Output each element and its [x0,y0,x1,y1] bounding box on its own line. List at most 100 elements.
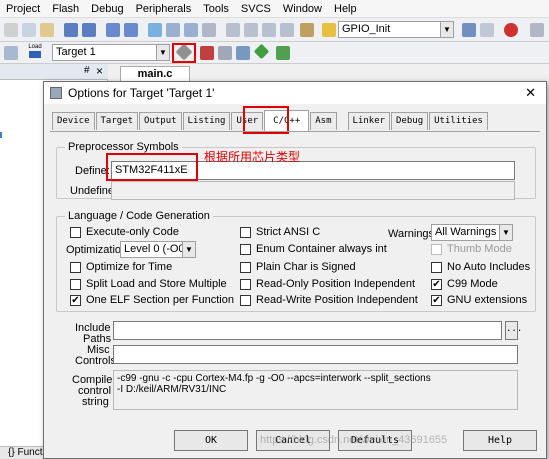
menu-bar: Project Flash Debug Peripherals Tools SV… [0,0,549,18]
tab-utilities[interactable]: Utilities [429,112,488,130]
c99-mode-checkbox[interactable]: ✔ C99 Mode [431,278,498,290]
tab-divider [50,131,540,132]
tab-debug[interactable]: Debug [391,112,429,130]
include-paths-input[interactable] [113,321,502,340]
menu-tools[interactable]: Tools [197,3,235,15]
gnu-extensions-label: GNU extensions [447,294,528,306]
menu-peripherals[interactable]: Peripherals [130,3,198,15]
project-pane-header: # × [0,64,108,80]
select-packs-icon[interactable] [218,46,232,60]
file-tab-main-c[interactable]: main.c [120,66,190,82]
plain-char-checkbox[interactable]: Plain Char is Signed [240,261,356,273]
one-elf-checkbox[interactable]: ✔ One ELF Section per Function [70,294,234,306]
chip-type-annotation: 根据所用芯片类型 [204,150,301,164]
browse-include-button[interactable]: ... [505,321,522,340]
undefine-input[interactable] [111,181,515,200]
comment-icon[interactable] [262,23,276,37]
paste-icon[interactable] [40,23,54,37]
compiler-line-2: -I D:/keil/ARM/RV31/INC [117,384,227,395]
manage-project-icon[interactable] [276,46,290,60]
tab-asm[interactable]: Asm [310,112,337,130]
indent-icon[interactable] [226,23,240,37]
settings-icon[interactable] [530,23,544,37]
no-auto-includes-label: No Auto Includes [447,261,531,273]
enum-container-checkbox[interactable]: Enum Container always int [240,243,387,255]
ro-pi-checkbox[interactable]: Read-Only Position Independent [240,278,415,290]
preprocessor-legend: Preprocessor Symbols [65,141,182,153]
gnu-extensions-checkbox[interactable]: ✔ GNU extensions [431,294,527,306]
translate-icon[interactable] [4,46,18,60]
checkbox-box [240,294,251,306]
rw-pi-checkbox[interactable]: Read-Write Position Independent [240,294,418,306]
outdent-icon[interactable] [244,23,258,37]
find-icon[interactable] [462,23,476,37]
close-icon[interactable]: ✕ [525,85,536,101]
one-elf-label: One ELF Section per Function [86,294,234,306]
checkbox-box [240,243,251,255]
rte-icon[interactable] [253,43,270,60]
thumb-mode-checkbox[interactable]: Thumb Mode [431,243,512,255]
function-combo[interactable]: GPIO_Init ▼ [338,21,454,38]
split-load-checkbox[interactable]: Split Load and Store Multiple [70,278,227,290]
close-icon[interactable]: × [96,64,103,78]
tab-listing[interactable]: Listing [182,112,231,130]
file-extensions-icon[interactable] [236,46,250,60]
optimize-time-checkbox[interactable]: Optimize for Time [70,261,172,273]
checkbox-box [70,261,81,273]
check-icon: ✔ [70,294,81,306]
menu-debug[interactable]: Debug [85,3,129,15]
help-button[interactable]: Help [463,430,537,451]
manage-components-icon[interactable] [200,46,214,60]
prev-bookmark-icon[interactable] [166,23,180,37]
load-icon[interactable]: Load [28,44,42,60]
tab-output[interactable]: Output [139,112,182,130]
replace-icon[interactable] [480,23,494,37]
execute-only-checkbox[interactable]: Execute-only Code [70,226,179,238]
load-label: Load [28,44,42,50]
check-icon: ✔ [431,294,442,306]
compiler-control-string[interactable]: -c99 -gnu -c -cpu Cortex-M4.fp -g -O0 --… [113,370,518,410]
warnings-select[interactable]: All Warnings ▼ [431,224,513,241]
uncomment-icon[interactable] [280,23,294,37]
ok-button[interactable]: OK [174,430,248,451]
tab-linker[interactable]: Linker [347,112,391,130]
next-bookmark-icon[interactable] [184,23,198,37]
misc-controls-input[interactable] [113,345,518,364]
optimize-time-label: Optimize for Time [86,261,173,273]
check-icon: ✔ [431,278,442,290]
cut-icon[interactable] [4,23,18,37]
execute-only-label: Execute-only Code [86,226,179,238]
checkbox-box [70,278,81,290]
tab-device[interactable]: Device [52,112,95,130]
checkbox-box [240,278,251,290]
menu-flash[interactable]: Flash [46,3,85,15]
undo-icon[interactable] [64,23,78,37]
tab-target[interactable]: Target [95,112,139,130]
function-icon [322,23,336,37]
target-combo-value: Target 1 [56,46,96,58]
target-combo[interactable]: Target 1 ▼ [52,44,170,61]
clear-bookmarks-icon[interactable] [202,23,216,37]
menu-window[interactable]: Window [277,3,328,15]
tree-connector [0,132,6,138]
redo-icon[interactable] [82,23,96,37]
menu-svcs[interactable]: SVCS [235,3,277,15]
find-in-files-icon[interactable] [300,23,314,37]
no-auto-includes-checkbox[interactable]: No Auto Includes [431,261,530,273]
debug-icon[interactable] [504,23,518,37]
checkbox-box [431,243,442,255]
forward-icon[interactable] [124,23,138,37]
options-dialog: Options for Target 'Target 1' ✕ Device T… [43,81,547,459]
c99-mode-label: C99 Mode [447,278,498,290]
rw-pi-label: Read-Write Position Independent [256,294,418,306]
copy-icon[interactable] [22,23,36,37]
strict-ansi-checkbox[interactable]: Strict ANSI C [240,226,320,238]
menu-project[interactable]: Project [0,3,46,15]
checkbox-box [431,261,442,273]
cpp-tab-highlight [243,106,289,134]
back-icon[interactable] [106,23,120,37]
bookmark-icon[interactable] [148,23,162,37]
pin-icon[interactable]: # [84,65,90,76]
optimization-select[interactable]: Level 0 (-O0) ▼ [120,241,196,258]
menu-help[interactable]: Help [328,3,363,15]
